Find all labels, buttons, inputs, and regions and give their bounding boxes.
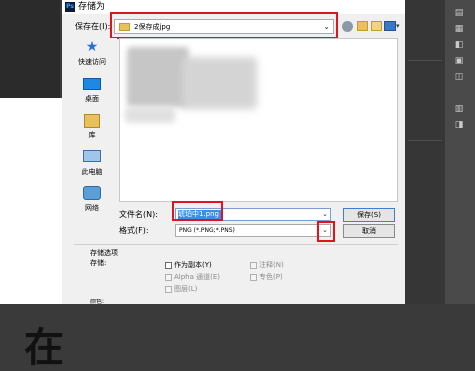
place-label: 库 [88, 131, 96, 139]
alpha-channels-checkbox[interactable] [165, 274, 172, 281]
blurred-file-thumbnail [127, 47, 189, 107]
panel-tool-icon[interactable]: ◫ [452, 72, 466, 82]
format-select[interactable]: PNG (*.PNG;*.PNS) ⌄ [175, 224, 331, 237]
color-label: 颜色: [90, 299, 105, 304]
dock-divider [408, 140, 442, 141]
panel-tool-icon[interactable]: ◨ [452, 120, 466, 130]
desktop-icon [83, 78, 101, 90]
place-network[interactable]: 网络 [67, 186, 117, 212]
format-value: PNG (*.PNG;*.PNS) [179, 227, 235, 234]
highlight-box-format-dropdown [317, 221, 335, 242]
view-menu-icon[interactable] [384, 21, 396, 31]
panel-tool-icon[interactable]: ▦ [452, 24, 466, 34]
alpha-channels-label: Alpha 通道(E) [174, 273, 221, 281]
place-label: 网络 [85, 204, 99, 212]
ps-canvas: 在 [0, 98, 64, 368]
save-as-dialog: Ps 存储为 保存在(I): 2保存成jpg ⌄ ▾ ★ 快速访问 桌面 库 此… [62, 0, 405, 304]
dock-divider [408, 60, 442, 61]
blurred-file-name [125, 107, 175, 123]
quick-access-icon: ★ [85, 39, 99, 55]
save-options-group [74, 244, 398, 305]
as-copy-label: 作为副本(Y) [174, 261, 212, 269]
canvas-text: 在 [24, 325, 64, 371]
place-label: 快速访问 [78, 58, 106, 66]
highlight-box-location [110, 12, 338, 39]
ps-right-dock [405, 0, 445, 304]
new-folder-icon[interactable] [371, 21, 382, 31]
back-icon[interactable] [342, 21, 353, 32]
place-label: 此电脑 [81, 168, 103, 176]
save-store-label: 存储: [90, 259, 107, 267]
place-desktop[interactable]: 桌面 [67, 78, 117, 103]
format-label: 格式(F): [119, 226, 149, 235]
panel-tool-icon[interactable]: ▣ [452, 56, 466, 66]
panel-tool-icon[interactable]: ▤ [452, 8, 466, 18]
library-icon [84, 114, 100, 128]
spot-colors-checkbox[interactable] [250, 274, 257, 281]
highlight-box-filename [172, 201, 223, 221]
annotations-label: 注释(N) [259, 261, 284, 269]
panel-tool-icon[interactable]: ◧ [452, 40, 466, 50]
layers-checkbox[interactable] [165, 286, 172, 293]
network-icon [83, 186, 101, 200]
spot-colors-label: 专色(P) [259, 273, 283, 281]
chevron-down-icon[interactable]: ⌄ [322, 209, 328, 220]
place-library[interactable]: 库 [67, 114, 117, 139]
layers-label: 图层(L) [174, 285, 198, 293]
computer-icon [83, 150, 101, 162]
place-computer[interactable]: 此电脑 [67, 150, 117, 176]
cancel-button[interactable]: 取消 [343, 224, 395, 238]
place-label: 桌面 [85, 95, 99, 103]
dialog-title: 存储为 [78, 2, 106, 12]
save-button[interactable]: 保存(S) [343, 208, 395, 222]
blurred-file-thumbnail [182, 57, 257, 109]
location-label: 保存在(I): [75, 22, 111, 31]
file-list-view[interactable] [119, 38, 398, 202]
save-options-header: 存储选项 [90, 249, 118, 257]
places-bar: ★ 快速访问 桌面 库 此电脑 网络 [67, 38, 117, 220]
annotations-checkbox[interactable] [250, 262, 257, 269]
photoshop-icon: Ps [65, 2, 75, 12]
panel-tool-icon[interactable]: ▥ [452, 104, 466, 114]
filename-label: 文件名(N): [119, 210, 158, 219]
as-copy-checkbox[interactable] [165, 262, 172, 269]
chevron-down-icon[interactable]: ▾ [396, 20, 400, 32]
up-folder-icon[interactable] [357, 21, 368, 31]
place-quick-access[interactable]: ★ 快速访问 [67, 39, 117, 66]
